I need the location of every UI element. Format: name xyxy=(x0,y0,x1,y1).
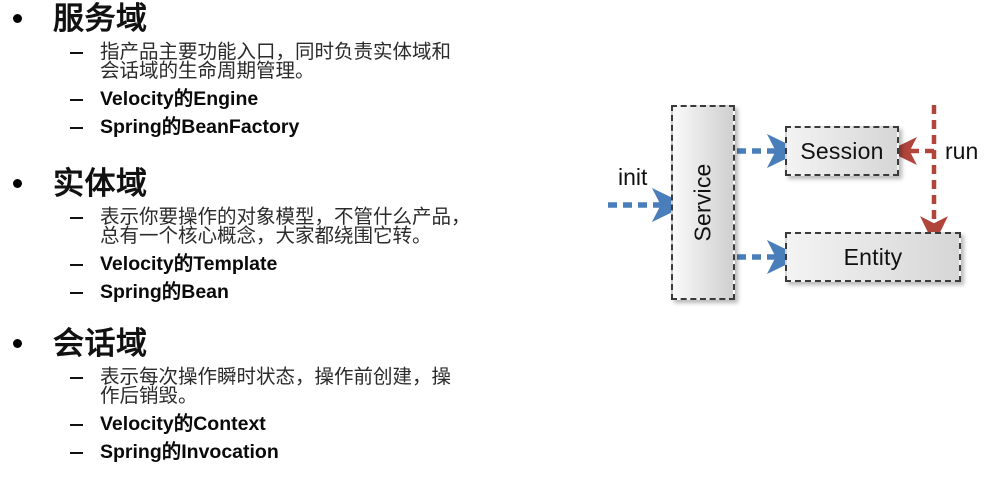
section-description: 表示每次操作瞬时状态，操作前创建，操 作后销毁。 xyxy=(0,367,600,406)
description-line-2: 会话域的生命周期管理。 xyxy=(100,59,315,82)
section-description: 表示你要操作的对象模型，不管什么产品， 总有一个核心概念，大家都绕围它转。 xyxy=(0,207,600,246)
dash-icon xyxy=(70,99,83,101)
node-session-label: Session xyxy=(800,137,884,164)
dash-icon xyxy=(70,127,83,129)
section-item: Velocity的Context xyxy=(0,413,600,435)
outline-panel: 服务域 指产品主要功能入口，同时负责实体域和 会话域的生命周期管理。 Veloc… xyxy=(0,0,600,502)
dash-icon xyxy=(70,217,83,219)
outline-section: 会话域 表示每次操作瞬时状态，操作前创建，操 作后销毁。 Velocity的Co… xyxy=(0,327,600,463)
description-text: 表示每次操作瞬时状态，操作前创建，操 作后销毁。 xyxy=(100,367,570,406)
outline-section: 服务域 指产品主要功能入口，同时负责实体域和 会话域的生命周期管理。 Veloc… xyxy=(0,2,600,138)
dash-icon xyxy=(70,424,83,426)
item-text: Velocity的Template xyxy=(100,253,278,275)
node-entity[interactable]: Entity xyxy=(785,232,961,282)
item-text: Velocity的Engine xyxy=(100,88,259,110)
node-session[interactable]: Session xyxy=(785,126,899,176)
dash-icon xyxy=(70,452,83,454)
section-item: Velocity的Engine xyxy=(0,88,600,110)
item-text: Spring的Bean xyxy=(100,281,229,303)
bullet-icon xyxy=(13,14,22,23)
section-description: 指产品主要功能入口，同时负责实体域和 会话域的生命周期管理。 xyxy=(0,42,600,81)
item-text: Spring的BeanFactory xyxy=(100,116,300,138)
dash-icon xyxy=(70,377,83,379)
description-text: 指产品主要功能入口，同时负责实体域和 会话域的生命周期管理。 xyxy=(100,42,570,81)
bullet-icon xyxy=(13,339,22,348)
section-heading-text: 实体域 xyxy=(53,166,148,202)
section-heading-text: 会话域 xyxy=(53,326,148,362)
architecture-diagram: Service Session Entity init run xyxy=(600,0,1000,502)
description-line-2: 作后销毁。 xyxy=(100,384,198,407)
edge-label-run: run xyxy=(945,138,979,164)
section-heading-text: 服务域 xyxy=(53,1,148,37)
section-heading: 实体域 xyxy=(0,167,600,201)
dash-icon xyxy=(70,292,83,294)
dash-icon xyxy=(70,264,83,266)
edge-label-init: init xyxy=(618,164,648,190)
section-item: Velocity的Template xyxy=(0,253,600,275)
section-heading: 会话域 xyxy=(0,327,600,361)
section-item: Spring的Bean xyxy=(0,281,600,303)
description-text: 表示你要操作的对象模型，不管什么产品， 总有一个核心概念，大家都绕围它转。 xyxy=(100,207,570,246)
node-service-label: Service xyxy=(689,163,716,242)
section-item: Spring的Invocation xyxy=(0,441,600,463)
item-text: Velocity的Context xyxy=(100,413,266,435)
section-heading: 服务域 xyxy=(0,2,600,36)
node-service[interactable]: Service xyxy=(671,105,735,300)
dash-icon xyxy=(70,52,83,54)
node-entity-label: Entity xyxy=(843,243,903,270)
section-item: Spring的BeanFactory xyxy=(0,116,600,138)
bullet-icon xyxy=(13,179,22,188)
description-line-2: 总有一个核心概念，大家都绕围它转。 xyxy=(100,224,432,247)
item-text: Spring的Invocation xyxy=(100,441,279,463)
outline-section: 实体域 表示你要操作的对象模型，不管什么产品， 总有一个核心概念，大家都绕围它转… xyxy=(0,167,600,303)
